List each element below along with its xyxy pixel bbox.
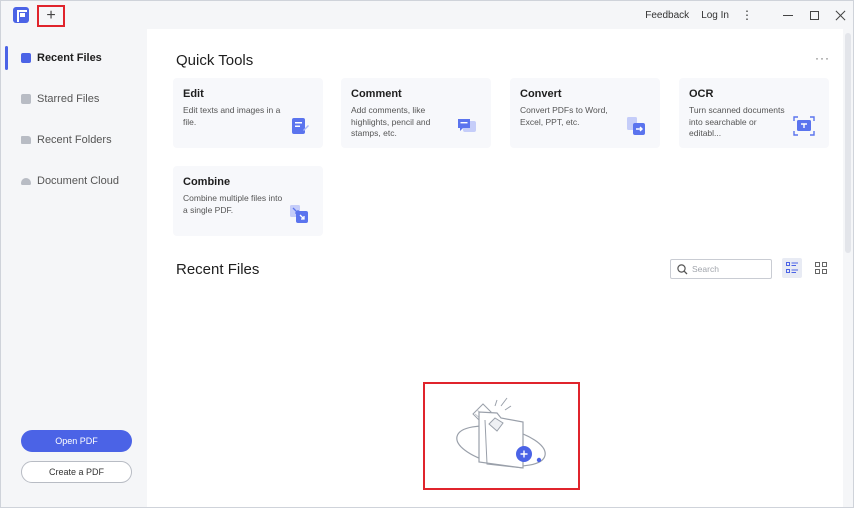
sidebar-item-recent-files[interactable]: Recent Files bbox=[5, 43, 143, 73]
tool-card-comment[interactable]: Comment Add comments, like highlights, p… bbox=[341, 78, 491, 148]
empty-folder-illustration-icon bbox=[456, 397, 546, 469]
combine-icon bbox=[290, 205, 308, 223]
recent-files-title: Recent Files bbox=[176, 261, 260, 278]
comment-icon bbox=[458, 119, 476, 132]
title-bar-actions: Feedback Log In ⋮ bbox=[645, 1, 853, 29]
tool-name: Comment bbox=[351, 88, 402, 100]
tool-description: Combine multiple files into a single PDF… bbox=[183, 193, 283, 215]
sidebar-item-label: Document Cloud bbox=[37, 175, 119, 187]
create-pdf-button[interactable]: Create a PDF bbox=[21, 461, 132, 483]
maximize-icon bbox=[809, 10, 819, 20]
tool-description: Edit texts and images in a file. bbox=[183, 105, 281, 127]
sidebar: Recent Files Starred Files Recent Folder… bbox=[1, 29, 147, 507]
sidebar-item-recent-folders[interactable]: Recent Folders bbox=[5, 125, 143, 155]
feedback-link[interactable]: Feedback bbox=[645, 10, 689, 21]
sidebar-item-label: Recent Folders bbox=[37, 134, 112, 146]
sidebar-item-label: Starred Files bbox=[37, 93, 100, 105]
sidebar-item-starred-files[interactable]: Starred Files bbox=[5, 84, 143, 114]
scrollbar-thumb[interactable] bbox=[845, 33, 851, 253]
title-bar: + Feedback Log In ⋮ bbox=[1, 1, 853, 29]
search-icon bbox=[677, 263, 688, 274]
tool-description: Turn scanned documents into searchable o… bbox=[689, 105, 785, 138]
open-pdf-button[interactable]: Open PDF bbox=[21, 430, 132, 452]
convert-icon bbox=[627, 117, 645, 135]
grid-view-icon bbox=[815, 262, 827, 274]
tool-card-convert[interactable]: Convert Convert PDFs to Word, Excel, PPT… bbox=[510, 78, 660, 148]
maximize-button[interactable] bbox=[801, 1, 827, 29]
tool-card-ocr[interactable]: OCR Turn scanned documents into searchab… bbox=[679, 78, 829, 148]
search-box[interactable] bbox=[670, 259, 772, 279]
folder-icon bbox=[21, 136, 31, 144]
minimize-icon bbox=[783, 14, 793, 16]
list-view-button[interactable] bbox=[782, 258, 802, 278]
tool-name: OCR bbox=[689, 88, 714, 100]
login-link[interactable]: Log In bbox=[701, 10, 729, 21]
edit-icon bbox=[292, 118, 309, 134]
app-logo-icon bbox=[13, 7, 29, 23]
main-panel: Quick Tools ··· Edit Edit texts and imag… bbox=[147, 29, 843, 507]
sidebar-item-label: Recent Files bbox=[37, 52, 102, 64]
tool-name: Edit bbox=[183, 88, 204, 100]
tool-card-combine[interactable]: Combine Combine multiple files into a si… bbox=[173, 166, 323, 236]
more-menu-icon[interactable]: ⋮ bbox=[741, 8, 753, 22]
recent-files-icon bbox=[21, 53, 31, 63]
quick-tools-title: Quick Tools bbox=[176, 52, 254, 69]
tool-card-edit[interactable]: Edit Edit texts and images in a file. bbox=[173, 78, 323, 148]
tool-name: Convert bbox=[520, 88, 562, 100]
tool-description: Add comments, like highlights, pencil an… bbox=[351, 105, 431, 138]
search-input[interactable] bbox=[692, 264, 768, 274]
close-button[interactable] bbox=[827, 1, 853, 29]
quick-tools-more-icon[interactable]: ··· bbox=[815, 51, 830, 65]
new-tab-button[interactable]: + bbox=[37, 5, 65, 27]
tool-description: Convert PDFs to Word, Excel, PPT, etc. bbox=[520, 105, 608, 127]
cloud-icon bbox=[21, 177, 31, 185]
tool-name: Combine bbox=[183, 176, 231, 188]
sidebar-item-document-cloud[interactable]: Document Cloud bbox=[5, 166, 143, 196]
star-icon bbox=[21, 94, 31, 104]
empty-state-illustration bbox=[423, 382, 580, 490]
list-view-icon bbox=[786, 262, 798, 273]
ocr-scan-icon bbox=[793, 116, 815, 136]
close-icon bbox=[835, 10, 846, 21]
minimize-button[interactable] bbox=[775, 1, 801, 29]
grid-view-button[interactable] bbox=[811, 258, 831, 278]
scrollbar[interactable] bbox=[843, 29, 853, 507]
